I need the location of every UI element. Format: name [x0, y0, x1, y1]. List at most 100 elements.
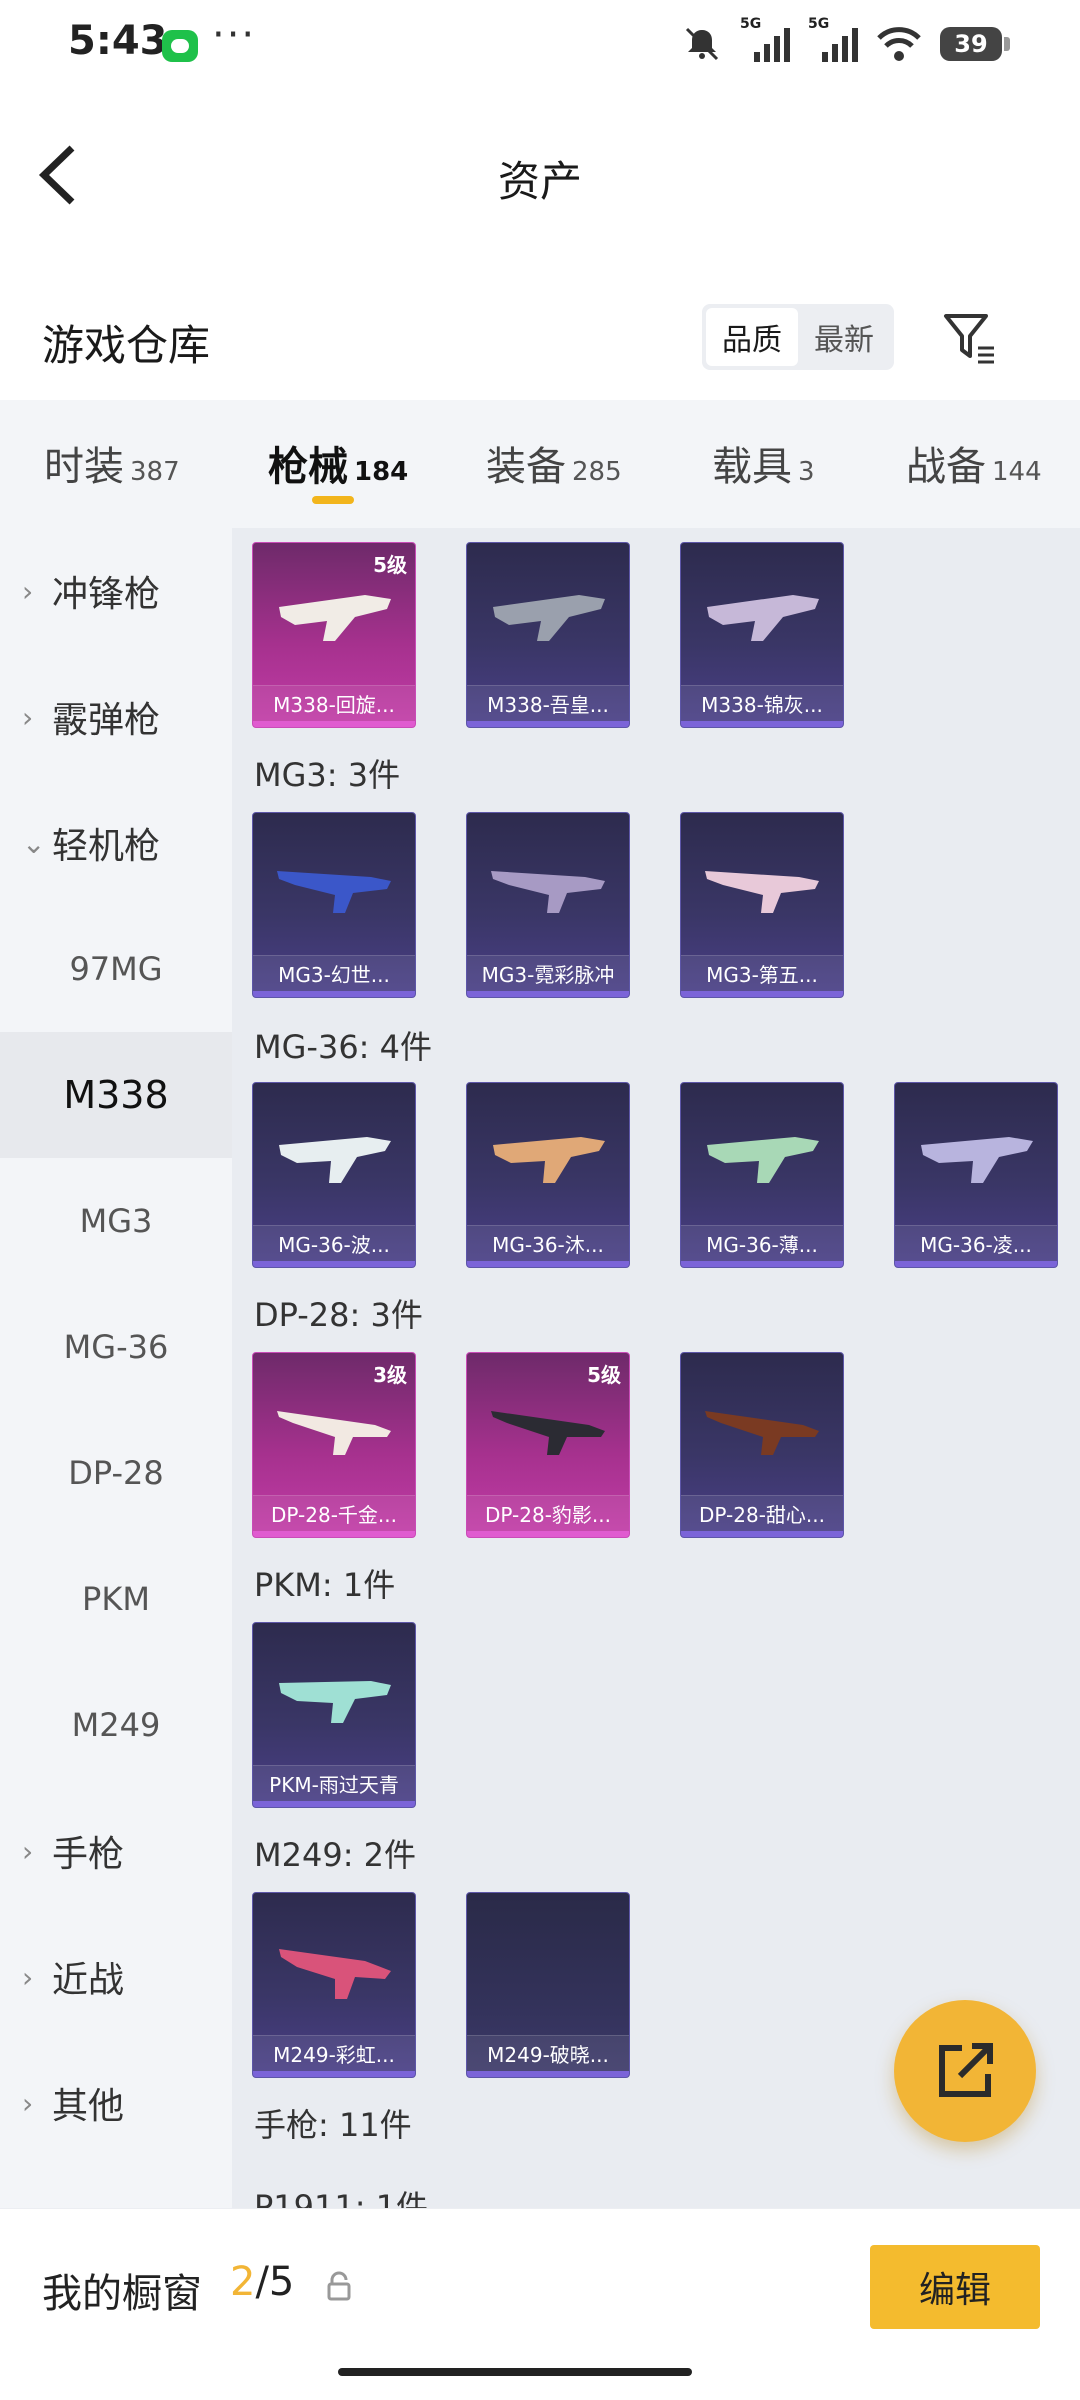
tab-count: 144: [992, 457, 1042, 487]
skin-card[interactable]: PKM-雨过天青: [252, 1622, 416, 1808]
sidebar-item-label: MG-36: [63, 1328, 169, 1366]
signal-label: 5G: [740, 16, 762, 32]
chevron-right-icon: ›: [22, 700, 34, 734]
rarity-bar: [467, 721, 629, 727]
tab-fashion[interactable]: 时装 387: [44, 434, 180, 492]
tab-label: 载具: [712, 444, 792, 490]
skin-name: M338-回旋...: [253, 685, 415, 721]
sort-quality-button[interactable]: 品质: [706, 308, 798, 366]
sidebar-item-smg[interactable]: › 冲锋枪: [0, 528, 232, 654]
sidebar-item-label: M249: [71, 1706, 161, 1744]
skin-card[interactable]: M338-吾皇...: [466, 542, 630, 728]
skin-name: PKM-雨过天青: [253, 1765, 415, 1801]
rarity-bar: [467, 991, 629, 997]
group-label: MG-36: 4件: [254, 1028, 432, 1066]
rarity-bar: [467, 1261, 629, 1267]
skin-card[interactable]: MG-36-波...: [252, 1082, 416, 1268]
wifi-icon: [876, 24, 922, 64]
filter-button[interactable]: [942, 310, 998, 366]
home-indicator[interactable]: [338, 2368, 692, 2376]
group-label: DP-28: 3件: [254, 1296, 423, 1334]
skin-name: M338-吾皇...: [467, 685, 629, 721]
sidebar-item-other[interactable]: › 其他: [0, 2040, 232, 2166]
sidebar-item-97mg[interactable]: 97MG: [0, 906, 232, 1032]
sidebar-item-pkm[interactable]: PKM: [0, 1536, 232, 1662]
sort-toggle: 品质 最新: [702, 304, 894, 370]
edit-button[interactable]: 编辑: [870, 2245, 1040, 2329]
sidebar-item-m249[interactable]: M249: [0, 1662, 232, 1788]
skin-name: MG-36-波...: [253, 1225, 415, 1261]
rarity-bar: [253, 991, 415, 997]
sidebar-item-mg3[interactable]: MG3: [0, 1158, 232, 1284]
tab-label: 装备: [486, 444, 566, 490]
skin-name: MG3-第五...: [681, 955, 843, 991]
tab-gear[interactable]: 战备 144: [906, 434, 1042, 492]
skin-card[interactable]: DP-28-甜心...: [680, 1352, 844, 1538]
skin-card[interactable]: MG-36-凌...: [894, 1082, 1058, 1268]
item-grid: 5级 M338-回旋... M338-吾皇... M338-锦灰... MG3:…: [232, 528, 1080, 2208]
chevron-right-icon: ›: [22, 1960, 34, 1994]
gun-icon: [277, 871, 391, 913]
skin-card[interactable]: MG-36-薄...: [680, 1082, 844, 1268]
showcase-count: 2/5: [230, 2259, 294, 2305]
skin-card[interactable]: MG3-霓彩脉冲: [466, 812, 630, 998]
sidebar-item-label: 轻机枪: [52, 826, 161, 867]
rarity-bar: [681, 1531, 843, 1537]
group-label: 手枪: 11件: [254, 2106, 412, 2144]
tab-vehicles[interactable]: 载具 3: [712, 434, 815, 492]
lock-icon: [327, 2271, 351, 2301]
tab-label: 战备: [906, 444, 986, 490]
skin-card[interactable]: MG3-幻世...: [252, 812, 416, 998]
skin-card[interactable]: M249-彩虹...: [252, 1892, 416, 2078]
skin-card[interactable]: M338-锦灰...: [680, 542, 844, 728]
category-tabs: 时装 387 枪械 184 装备 285 载具 3 战备 144: [0, 400, 1080, 528]
level-badge: 3级: [373, 1363, 407, 1387]
skin-card[interactable]: 3级 DP-28-千金...: [252, 1352, 416, 1538]
sidebar-item-label: DP-28: [68, 1454, 164, 1492]
sidebar-item-mg36[interactable]: MG-36: [0, 1284, 232, 1410]
warehouse-title: 游戏仓库: [42, 321, 211, 370]
skin-card[interactable]: MG-36-沐...: [466, 1082, 630, 1268]
sidebar: › 冲锋枪 › 霰弹枪 ⌄ 轻机枪 97MG M338 MG3 MG-36 DP-28…: [0, 528, 232, 2208]
skin-card[interactable]: M249-破晓...: [466, 1892, 630, 2078]
showcase-total: /5: [255, 2259, 295, 2305]
sidebar-item-label: 霰弹枪: [52, 700, 161, 741]
sidebar-item-label: PKM: [82, 1580, 150, 1618]
sidebar-item-lmg[interactable]: ⌄ 轻机枪: [0, 780, 232, 906]
signal-label: 5G: [808, 16, 830, 32]
skin-name: MG-36-薄...: [681, 1225, 843, 1261]
skin-card[interactable]: MG3-第五...: [680, 812, 844, 998]
active-tab-indicator: [312, 496, 354, 504]
tab-equipment[interactable]: 装备 285: [486, 434, 622, 492]
sidebar-item-shotgun[interactable]: › 霰弹枪: [0, 654, 232, 780]
rarity-bar: [253, 1261, 415, 1267]
mute-icon: [682, 24, 722, 64]
share-button[interactable]: [894, 2000, 1036, 2142]
gun-icon: [493, 595, 605, 641]
sidebar-item-melee[interactable]: › 近战: [0, 1914, 232, 2040]
tab-label: 时装: [44, 444, 124, 490]
skin-card[interactable]: 5级 DP-28-豹影...: [466, 1352, 630, 1538]
gun-icon: [277, 1411, 391, 1455]
sort-latest-button[interactable]: 最新: [798, 308, 890, 366]
sidebar-item-label: 近战: [52, 1960, 125, 2001]
gun-icon: [705, 871, 819, 913]
message-icon: [162, 30, 198, 62]
tab-firearms[interactable]: 枪械 184: [268, 434, 408, 492]
gun-icon: [491, 871, 605, 913]
gun-icon: [493, 1137, 605, 1183]
sidebar-item-m338[interactable]: M338: [0, 1032, 232, 1158]
signal-icon: 5G: [808, 16, 858, 66]
rarity-bar: [681, 1261, 843, 1267]
skin-card[interactable]: 5级 M338-回旋...: [252, 542, 416, 728]
gun-icon: [705, 1411, 819, 1455]
skin-name: DP-28-豹影...: [467, 1495, 629, 1531]
gun-icon: [921, 1137, 1033, 1183]
sidebar-item-pistol[interactable]: › 手枪: [0, 1788, 232, 1914]
rarity-bar: [253, 1531, 415, 1537]
level-badge: 5级: [373, 553, 407, 577]
sidebar-item-dp28[interactable]: DP-28: [0, 1410, 232, 1536]
sidebar-item-label: 冲锋枪: [52, 574, 161, 615]
share-icon: [939, 2043, 993, 2097]
rarity-bar: [681, 991, 843, 997]
